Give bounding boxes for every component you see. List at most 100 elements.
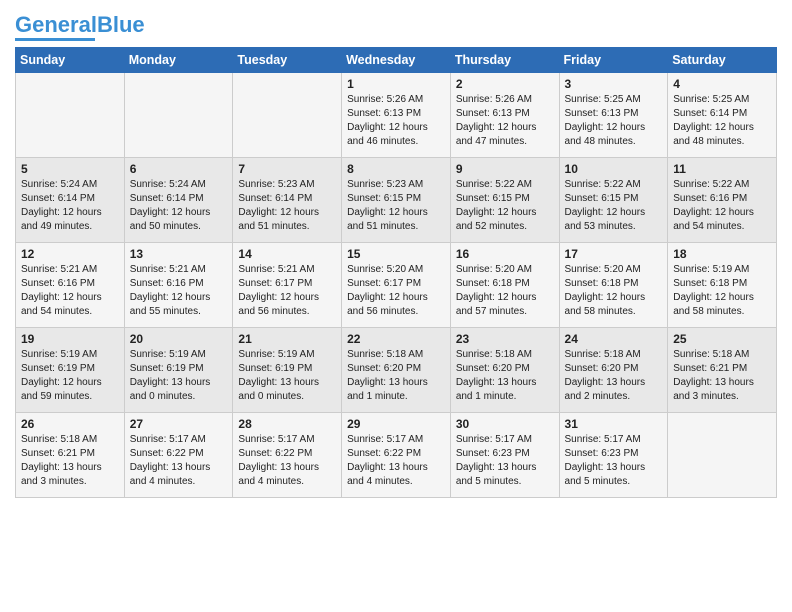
day-content: Sunrise: 5:20 AM Sunset: 6:18 PM Dayligh… <box>565 263 663 319</box>
logo-blue: Blue <box>97 12 145 37</box>
day-number: 26 <box>21 417 119 431</box>
day-content: Sunrise: 5:18 AM Sunset: 6:20 PM Dayligh… <box>456 348 554 404</box>
day-content: Sunrise: 5:18 AM Sunset: 6:20 PM Dayligh… <box>347 348 445 404</box>
day-content: Sunrise: 5:25 AM Sunset: 6:14 PM Dayligh… <box>673 93 771 149</box>
day-content: Sunrise: 5:22 AM Sunset: 6:16 PM Dayligh… <box>673 178 771 234</box>
calendar-cell: 20 Sunrise: 5:19 AM Sunset: 6:19 PM Dayli… <box>124 328 233 413</box>
logo-underline <box>15 38 95 41</box>
logo-general: General <box>15 12 97 37</box>
calendar-table: SundayMondayTuesdayWednesdayThursdayFrid… <box>15 47 777 498</box>
calendar-cell: 30Sunrise: 5:17 AM Sunset: 6:23 PM Dayli… <box>450 413 559 498</box>
day-number: 27 <box>130 417 228 431</box>
calendar-week-5: 26 Sunrise: 5:18 AM Sunset: 6:21 PM Dayli… <box>16 413 777 498</box>
day-content: Sunrise: 5:26 AM Sunset: 6:13 PM Dayligh… <box>347 93 445 149</box>
calendar-cell: 29 Sunrise: 5:17 AM Sunset: 6:22 PM Dayli… <box>342 413 451 498</box>
day-content: Sunrise: 5:17 AM Sunset: 6:22 PM Dayligh… <box>238 433 336 489</box>
day-content: Sunrise: 5:17 AM Sunset: 6:23 PM Dayligh… <box>565 433 663 489</box>
day-number: 28 <box>238 417 336 431</box>
day-number: 19 <box>21 332 119 346</box>
calendar-week-2: 5 Sunrise: 5:24 AM Sunset: 6:14 PM Daylig… <box>16 158 777 243</box>
calendar-cell <box>16 73 125 158</box>
calendar-cell: 1 Sunrise: 5:26 AM Sunset: 6:13 PM Daylig… <box>342 73 451 158</box>
day-number: 29 <box>347 417 445 431</box>
calendar-cell: 2Sunrise: 5:26 AM Sunset: 6:13 PM Daylig… <box>450 73 559 158</box>
calendar-cell: 5 Sunrise: 5:24 AM Sunset: 6:14 PM Daylig… <box>16 158 125 243</box>
calendar-cell: 17 Sunrise: 5:20 AM Sunset: 6:18 PM Dayli… <box>559 243 668 328</box>
logo: GeneralBlue <box>15 10 145 41</box>
day-number: 21 <box>238 332 336 346</box>
calendar-cell: 6 Sunrise: 5:24 AM Sunset: 6:14 PM Daylig… <box>124 158 233 243</box>
day-number: 31 <box>565 417 663 431</box>
calendar-week-3: 12 Sunrise: 5:21 AM Sunset: 6:16 PM Dayli… <box>16 243 777 328</box>
calendar-cell: 14Sunrise: 5:21 AM Sunset: 6:17 PM Dayli… <box>233 243 342 328</box>
calendar-cell <box>124 73 233 158</box>
day-number: 13 <box>130 247 228 261</box>
day-number: 23 <box>456 332 554 346</box>
day-number: 9 <box>456 162 554 176</box>
page-header: GeneralBlue <box>15 10 777 41</box>
day-content: Sunrise: 5:18 AM Sunset: 6:21 PM Dayligh… <box>673 348 771 404</box>
calendar-cell: 15Sunrise: 5:20 AM Sunset: 6:17 PM Dayli… <box>342 243 451 328</box>
day-content: Sunrise: 5:19 AM Sunset: 6:19 PM Dayligh… <box>130 348 228 404</box>
day-content: Sunrise: 5:26 AM Sunset: 6:13 PM Dayligh… <box>456 93 554 149</box>
calendar-cell: 19 Sunrise: 5:19 AM Sunset: 6:19 PM Dayli… <box>16 328 125 413</box>
calendar-cell: 13 Sunrise: 5:21 AM Sunset: 6:16 PM Dayli… <box>124 243 233 328</box>
day-content: Sunrise: 5:24 AM Sunset: 6:14 PM Dayligh… <box>21 178 119 234</box>
day-number: 5 <box>21 162 119 176</box>
day-content: Sunrise: 5:17 AM Sunset: 6:22 PM Dayligh… <box>130 433 228 489</box>
calendar-cell: 16Sunrise: 5:20 AM Sunset: 6:18 PM Dayli… <box>450 243 559 328</box>
day-number: 15 <box>347 247 445 261</box>
header-wednesday: Wednesday <box>342 48 451 73</box>
calendar-cell: 11 Sunrise: 5:22 AM Sunset: 6:16 PM Dayli… <box>668 158 777 243</box>
day-number: 17 <box>565 247 663 261</box>
day-content: Sunrise: 5:23 AM Sunset: 6:14 PM Dayligh… <box>238 178 336 234</box>
day-number: 11 <box>673 162 771 176</box>
header-thursday: Thursday <box>450 48 559 73</box>
calendar-cell: 21Sunrise: 5:19 AM Sunset: 6:19 PM Dayli… <box>233 328 342 413</box>
calendar-cell: 23 Sunrise: 5:18 AM Sunset: 6:20 PM Dayli… <box>450 328 559 413</box>
calendar-week-1: 1 Sunrise: 5:26 AM Sunset: 6:13 PM Daylig… <box>16 73 777 158</box>
day-number: 25 <box>673 332 771 346</box>
day-content: Sunrise: 5:18 AM Sunset: 6:20 PM Dayligh… <box>565 348 663 404</box>
calendar-header-row: SundayMondayTuesdayWednesdayThursdayFrid… <box>16 48 777 73</box>
day-number: 10 <box>565 162 663 176</box>
calendar-cell: 27 Sunrise: 5:17 AM Sunset: 6:22 PM Dayli… <box>124 413 233 498</box>
day-content: Sunrise: 5:20 AM Sunset: 6:18 PM Dayligh… <box>456 263 554 319</box>
calendar-cell: 18Sunrise: 5:19 AM Sunset: 6:18 PM Dayli… <box>668 243 777 328</box>
header-saturday: Saturday <box>668 48 777 73</box>
day-content: Sunrise: 5:24 AM Sunset: 6:14 PM Dayligh… <box>130 178 228 234</box>
day-number: 6 <box>130 162 228 176</box>
logo-text: GeneralBlue <box>15 14 145 36</box>
day-number: 22 <box>347 332 445 346</box>
day-content: Sunrise: 5:18 AM Sunset: 6:21 PM Dayligh… <box>21 433 119 489</box>
day-content: Sunrise: 5:22 AM Sunset: 6:15 PM Dayligh… <box>565 178 663 234</box>
day-number: 18 <box>673 247 771 261</box>
header-monday: Monday <box>124 48 233 73</box>
calendar-cell: 31 Sunrise: 5:17 AM Sunset: 6:23 PM Dayli… <box>559 413 668 498</box>
day-content: Sunrise: 5:19 AM Sunset: 6:19 PM Dayligh… <box>21 348 119 404</box>
calendar-cell <box>233 73 342 158</box>
calendar-cell: 10 Sunrise: 5:22 AM Sunset: 6:15 PM Dayli… <box>559 158 668 243</box>
day-number: 20 <box>130 332 228 346</box>
calendar-cell: 3Sunrise: 5:25 AM Sunset: 6:13 PM Daylig… <box>559 73 668 158</box>
day-number: 24 <box>565 332 663 346</box>
calendar-cell: 4Sunrise: 5:25 AM Sunset: 6:14 PM Daylig… <box>668 73 777 158</box>
header-tuesday: Tuesday <box>233 48 342 73</box>
header-sunday: Sunday <box>16 48 125 73</box>
calendar-cell: 22 Sunrise: 5:18 AM Sunset: 6:20 PM Dayli… <box>342 328 451 413</box>
day-content: Sunrise: 5:17 AM Sunset: 6:23 PM Dayligh… <box>456 433 554 489</box>
day-content: Sunrise: 5:22 AM Sunset: 6:15 PM Dayligh… <box>456 178 554 234</box>
day-content: Sunrise: 5:23 AM Sunset: 6:15 PM Dayligh… <box>347 178 445 234</box>
calendar-cell: 24 Sunrise: 5:18 AM Sunset: 6:20 PM Dayli… <box>559 328 668 413</box>
day-content: Sunrise: 5:21 AM Sunset: 6:16 PM Dayligh… <box>130 263 228 319</box>
day-content: Sunrise: 5:25 AM Sunset: 6:13 PM Dayligh… <box>565 93 663 149</box>
day-number: 14 <box>238 247 336 261</box>
calendar-cell: 8 Sunrise: 5:23 AM Sunset: 6:15 PM Daylig… <box>342 158 451 243</box>
day-number: 8 <box>347 162 445 176</box>
day-content: Sunrise: 5:17 AM Sunset: 6:22 PM Dayligh… <box>347 433 445 489</box>
calendar-week-4: 19 Sunrise: 5:19 AM Sunset: 6:19 PM Dayli… <box>16 328 777 413</box>
day-number: 7 <box>238 162 336 176</box>
day-number: 1 <box>347 77 445 91</box>
day-number: 12 <box>21 247 119 261</box>
calendar-cell: 9 Sunrise: 5:22 AM Sunset: 6:15 PM Daylig… <box>450 158 559 243</box>
